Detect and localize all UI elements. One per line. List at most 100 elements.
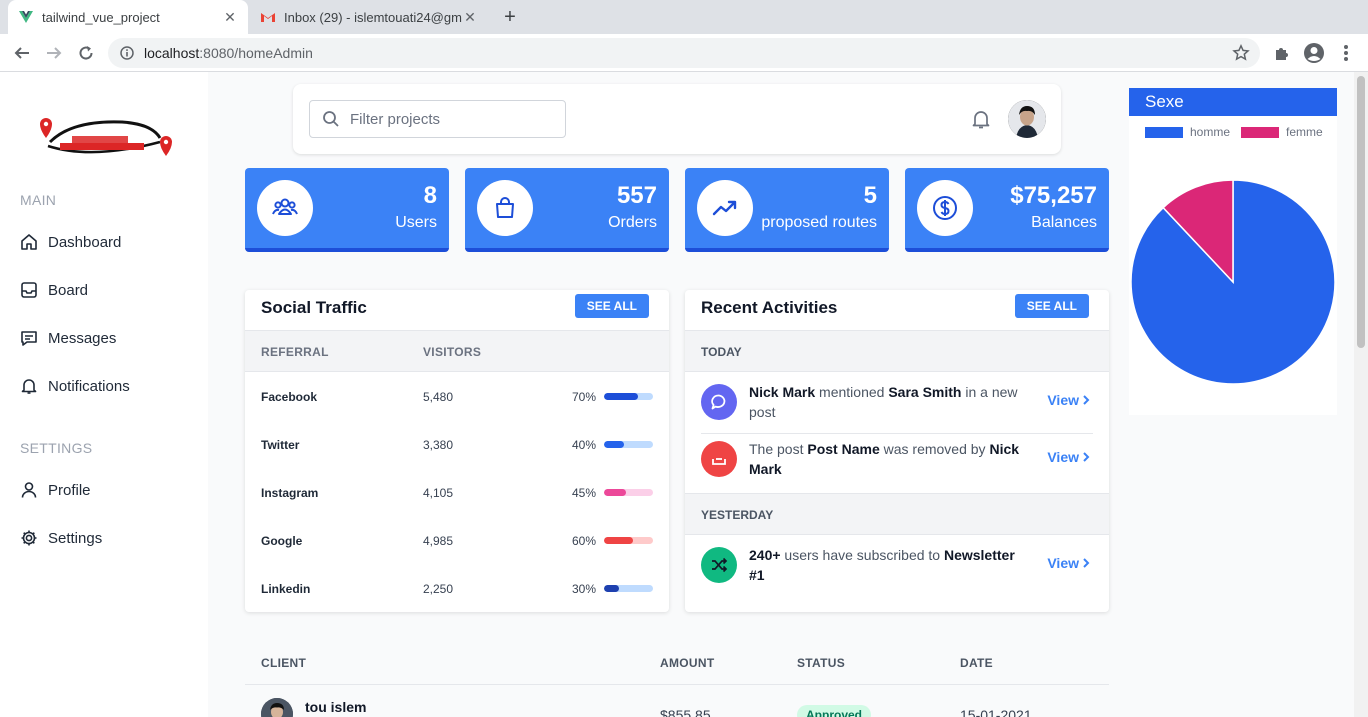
search-input[interactable] bbox=[350, 110, 550, 128]
progress-fill bbox=[604, 441, 624, 448]
see-all-button[interactable]: SEE ALL bbox=[1014, 294, 1089, 318]
browser-tab-gmail[interactable]: Inbox (29) - islemtouati24@gm ✕ bbox=[250, 0, 488, 34]
url-bar[interactable]: localhost:8080/homeAdmin bbox=[108, 38, 1260, 68]
stat-icon-circle bbox=[257, 180, 313, 236]
percent-label: 70% bbox=[572, 390, 597, 404]
progress-fill bbox=[604, 489, 627, 496]
stat-card-users[interactable]: 8 Users bbox=[245, 168, 449, 252]
close-tab-icon[interactable]: ✕ bbox=[462, 9, 478, 26]
visitor-count: 2,250 bbox=[423, 582, 454, 596]
sidebar-item-label: Dashboard bbox=[48, 233, 122, 251]
activity-text: The post Post Name was removed by Nick M… bbox=[749, 441, 1020, 477]
percent-label: 30% bbox=[572, 582, 597, 596]
social-traffic-card: Social Traffic SEE ALL REFERRAL VISITORS… bbox=[245, 290, 669, 612]
legend-item-femme[interactable]: femme bbox=[1241, 125, 1323, 139]
browser-tab-bar: tailwind_vue_project ✕ Inbox (29) - isle… bbox=[0, 0, 1368, 34]
status-badge: Approved bbox=[797, 705, 872, 717]
activity-text: Nick Mark mentioned Sara Smith in a new … bbox=[749, 384, 1018, 420]
forward-button[interactable] bbox=[42, 41, 66, 65]
gmail-icon bbox=[261, 13, 275, 22]
client-name: tou islem bbox=[305, 699, 367, 715]
profile-button[interactable] bbox=[1302, 41, 1326, 65]
card-title: Social Traffic bbox=[261, 298, 367, 317]
sidebar-item-board[interactable]: Board bbox=[20, 278, 88, 302]
back-button[interactable] bbox=[10, 41, 34, 65]
sidebar-item-profile[interactable]: Profile bbox=[20, 478, 91, 502]
chart-title: Sexe bbox=[1129, 88, 1337, 116]
reload-button[interactable] bbox=[74, 41, 98, 65]
info-icon bbox=[120, 46, 134, 60]
inbox-icon bbox=[21, 282, 37, 298]
browser-tab-active[interactable]: tailwind_vue_project ✕ bbox=[8, 0, 248, 34]
url-host: localhost bbox=[144, 45, 200, 61]
extensions-button[interactable] bbox=[1270, 41, 1294, 65]
referral-name: Twitter bbox=[261, 438, 300, 452]
section-title-settings: SETTINGS bbox=[20, 440, 93, 456]
percent-label: 60% bbox=[572, 534, 597, 548]
sidebar-item-label: Profile bbox=[48, 481, 91, 499]
stat-card-orders[interactable]: 557 Orders bbox=[465, 168, 669, 252]
client-date: 15-01-2021 bbox=[960, 707, 1032, 717]
percent-label: 40% bbox=[572, 438, 597, 452]
stat-value: $75,257 bbox=[1010, 182, 1097, 209]
sidebar-item-messages[interactable]: Messages bbox=[20, 326, 116, 350]
table-row[interactable]: tou islem $855.85 Approved 15-01-2021 bbox=[245, 685, 1109, 717]
visitor-count: 4,105 bbox=[423, 486, 454, 500]
client-avatar bbox=[261, 698, 293, 717]
table-row: Linkedin 2,250 30% bbox=[245, 564, 669, 612]
legend-item-homme[interactable]: homme bbox=[1145, 125, 1230, 139]
sidebar-item-dashboard[interactable]: Dashboard bbox=[20, 230, 121, 254]
scrollbar-thumb[interactable] bbox=[1357, 76, 1365, 348]
group-header-today: TODAY bbox=[685, 330, 1109, 372]
referral-name: Google bbox=[261, 534, 303, 548]
see-all-button[interactable]: SEE ALL bbox=[574, 294, 649, 318]
stat-value: 557 bbox=[616, 182, 657, 209]
dollar-icon bbox=[933, 196, 957, 220]
stat-card-balances[interactable]: $75,257 Balances bbox=[905, 168, 1109, 252]
sidebar-item-settings[interactable]: Settings bbox=[20, 526, 102, 550]
percent-label: 45% bbox=[572, 486, 597, 500]
chat-bubble-icon bbox=[711, 394, 726, 410]
activity-icon-circle bbox=[701, 384, 737, 420]
stat-icon-circle bbox=[917, 180, 973, 236]
group-label: TODAY bbox=[701, 345, 742, 359]
close-tab-icon[interactable]: ✕ bbox=[222, 9, 238, 26]
activity-icon-circle bbox=[701, 547, 737, 583]
progress-bar bbox=[604, 393, 653, 400]
sidebar-item-label: Settings bbox=[48, 529, 103, 547]
progress-bar bbox=[604, 537, 653, 544]
page-scrollbar[interactable] bbox=[1354, 72, 1368, 717]
legend-label: homme bbox=[1190, 125, 1231, 139]
group-label: YESTERDAY bbox=[701, 508, 774, 522]
view-link[interactable]: View bbox=[1047, 392, 1093, 408]
search-box[interactable] bbox=[309, 100, 566, 138]
more-vertical-icon bbox=[1344, 45, 1348, 61]
avatar-photo bbox=[261, 698, 293, 717]
view-link[interactable]: View bbox=[1047, 449, 1093, 465]
recent-activities-card: Recent Activities SEE ALL TODAY Nick Mar… bbox=[685, 290, 1109, 612]
column-header-referral: REFERRAL bbox=[261, 345, 329, 359]
activity-icon-circle bbox=[701, 441, 737, 477]
stat-card-routes[interactable]: 5 proposed routes bbox=[685, 168, 889, 252]
tab-title: Inbox (29) - islemtouati24@gm bbox=[284, 9, 462, 25]
legend-label: femme bbox=[1286, 125, 1323, 139]
bookmark-star-icon[interactable] bbox=[1232, 44, 1250, 62]
view-link[interactable]: View bbox=[1047, 555, 1093, 571]
notification-bell-icon[interactable] bbox=[970, 108, 992, 130]
card-header: Recent Activities SEE ALL bbox=[685, 290, 1109, 330]
stat-label: Orders bbox=[608, 214, 657, 231]
menu-button[interactable] bbox=[1334, 41, 1358, 65]
column-header-amount: AMOUNT bbox=[660, 656, 715, 670]
table-row: Facebook 5,480 70% bbox=[245, 372, 669, 420]
visitor-count: 3,380 bbox=[423, 438, 454, 452]
account-circle-icon bbox=[1304, 43, 1324, 63]
stat-value: 8 bbox=[423, 182, 437, 209]
remove-icon bbox=[712, 458, 726, 465]
back-arrow-icon bbox=[14, 47, 29, 59]
new-tab-button[interactable]: + bbox=[498, 5, 522, 29]
sidebar-item-notifications[interactable]: Notifications bbox=[20, 374, 130, 398]
stat-label: proposed routes bbox=[761, 214, 877, 231]
legend-swatch bbox=[1145, 126, 1183, 138]
user-avatar[interactable] bbox=[1008, 100, 1046, 138]
sidebar-item-label: Notifications bbox=[48, 377, 130, 395]
